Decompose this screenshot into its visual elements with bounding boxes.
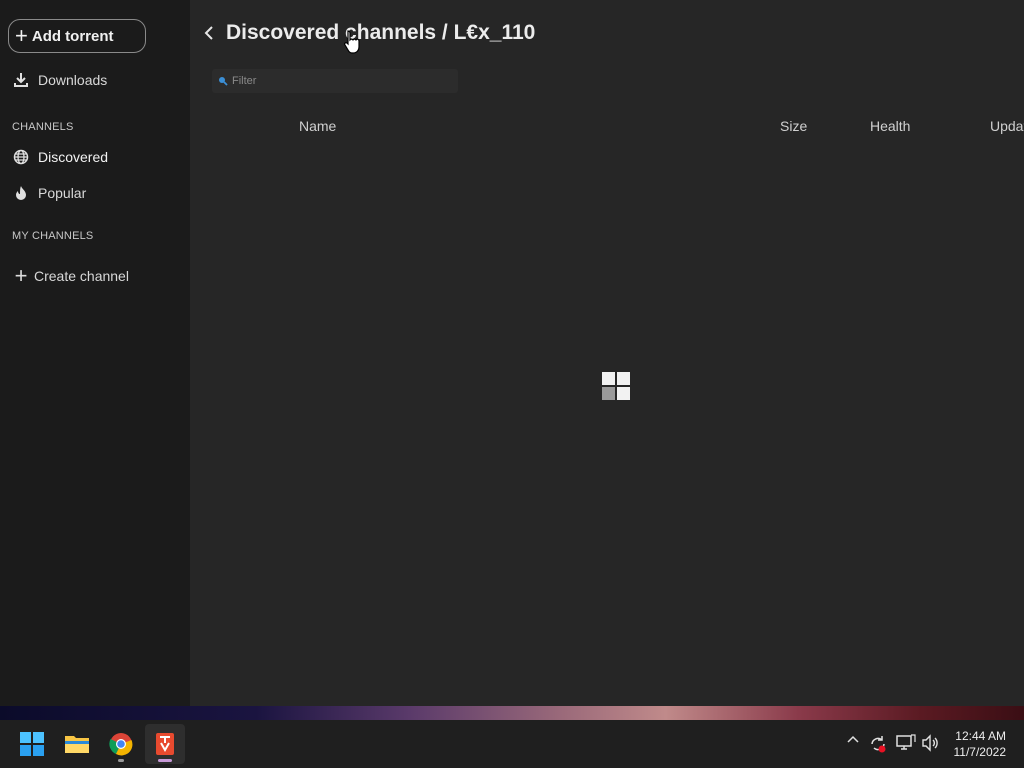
filter-input[interactable]	[232, 75, 442, 87]
chrome-icon	[109, 733, 133, 756]
network-icon	[896, 734, 916, 750]
volume-tray-button[interactable]	[921, 734, 941, 752]
add-torrent-button[interactable]: + Add torrent	[8, 19, 146, 53]
speaker-icon	[922, 734, 938, 752]
chevron-left-icon	[204, 26, 213, 40]
chrome-button[interactable]	[101, 724, 141, 764]
sidebar: + Add torrent Downloads CHANNELS Discove…	[0, 0, 190, 706]
downloads-label: Downloads	[38, 72, 108, 88]
add-torrent-label: Add torrent	[31, 27, 114, 45]
start-button[interactable]	[12, 724, 52, 764]
sync-alert-icon	[871, 736, 886, 753]
clock[interactable]: 12:44 AM 11/7/2022	[954, 728, 1007, 760]
running-indicator	[118, 759, 124, 762]
flame-icon	[12, 184, 30, 202]
network-tray-button[interactable]	[896, 734, 916, 752]
globe-icon	[12, 148, 30, 166]
page-header: Discovered channels / L€x_110	[200, 18, 535, 48]
discovered-label: Discovered	[38, 149, 109, 165]
sidebar-item-downloads[interactable]: Downloads	[12, 69, 107, 91]
desktop-wallpaper-strip	[0, 706, 1024, 720]
taskbar: 12:44 AM 11/7/2022	[0, 720, 1024, 768]
show-hidden-icons-button[interactable]	[846, 734, 860, 744]
popular-label: Popular	[38, 185, 87, 201]
sync-tray-button[interactable]	[868, 734, 888, 754]
column-header-updated-clip: Updated	[990, 118, 1024, 138]
channels-heading: CHANNELS	[12, 121, 74, 133]
download-icon	[12, 71, 30, 89]
filter-box[interactable]	[212, 69, 458, 93]
column-header-health[interactable]: Health	[870, 118, 910, 134]
my-channels-heading: MY CHANNELS	[12, 230, 94, 242]
clock-date: 11/7/2022	[953, 745, 1007, 759]
tribler-icon	[156, 733, 174, 755]
page-title: Discovered channels / L€x_110	[226, 21, 536, 44]
file-explorer-icon	[65, 736, 89, 753]
clock-time: 12:44 AM	[955, 729, 1006, 743]
column-header-size[interactable]: Size	[780, 118, 807, 134]
sidebar-item-discovered[interactable]: Discovered	[12, 146, 108, 168]
plus-icon: +	[14, 263, 28, 288]
hand-cursor-icon	[343, 29, 361, 60]
column-header-updated[interactable]: Updated	[990, 118, 1024, 134]
file-explorer-button[interactable]	[57, 724, 97, 764]
plus-icon: +	[15, 23, 28, 48]
loading-spinner-icon	[602, 372, 630, 400]
column-header-name[interactable]: Name	[299, 118, 336, 134]
back-button[interactable]	[200, 22, 218, 44]
chevron-up-icon	[847, 735, 859, 743]
search-icon	[218, 76, 228, 86]
create-channel-button[interactable]: + Create channel	[12, 263, 129, 288]
create-channel-label: Create channel	[34, 268, 129, 284]
sidebar-item-popular[interactable]: Popular	[12, 182, 86, 204]
tribler-button[interactable]	[145, 724, 185, 764]
windows-start-icon	[20, 732, 44, 756]
active-indicator	[158, 759, 172, 762]
